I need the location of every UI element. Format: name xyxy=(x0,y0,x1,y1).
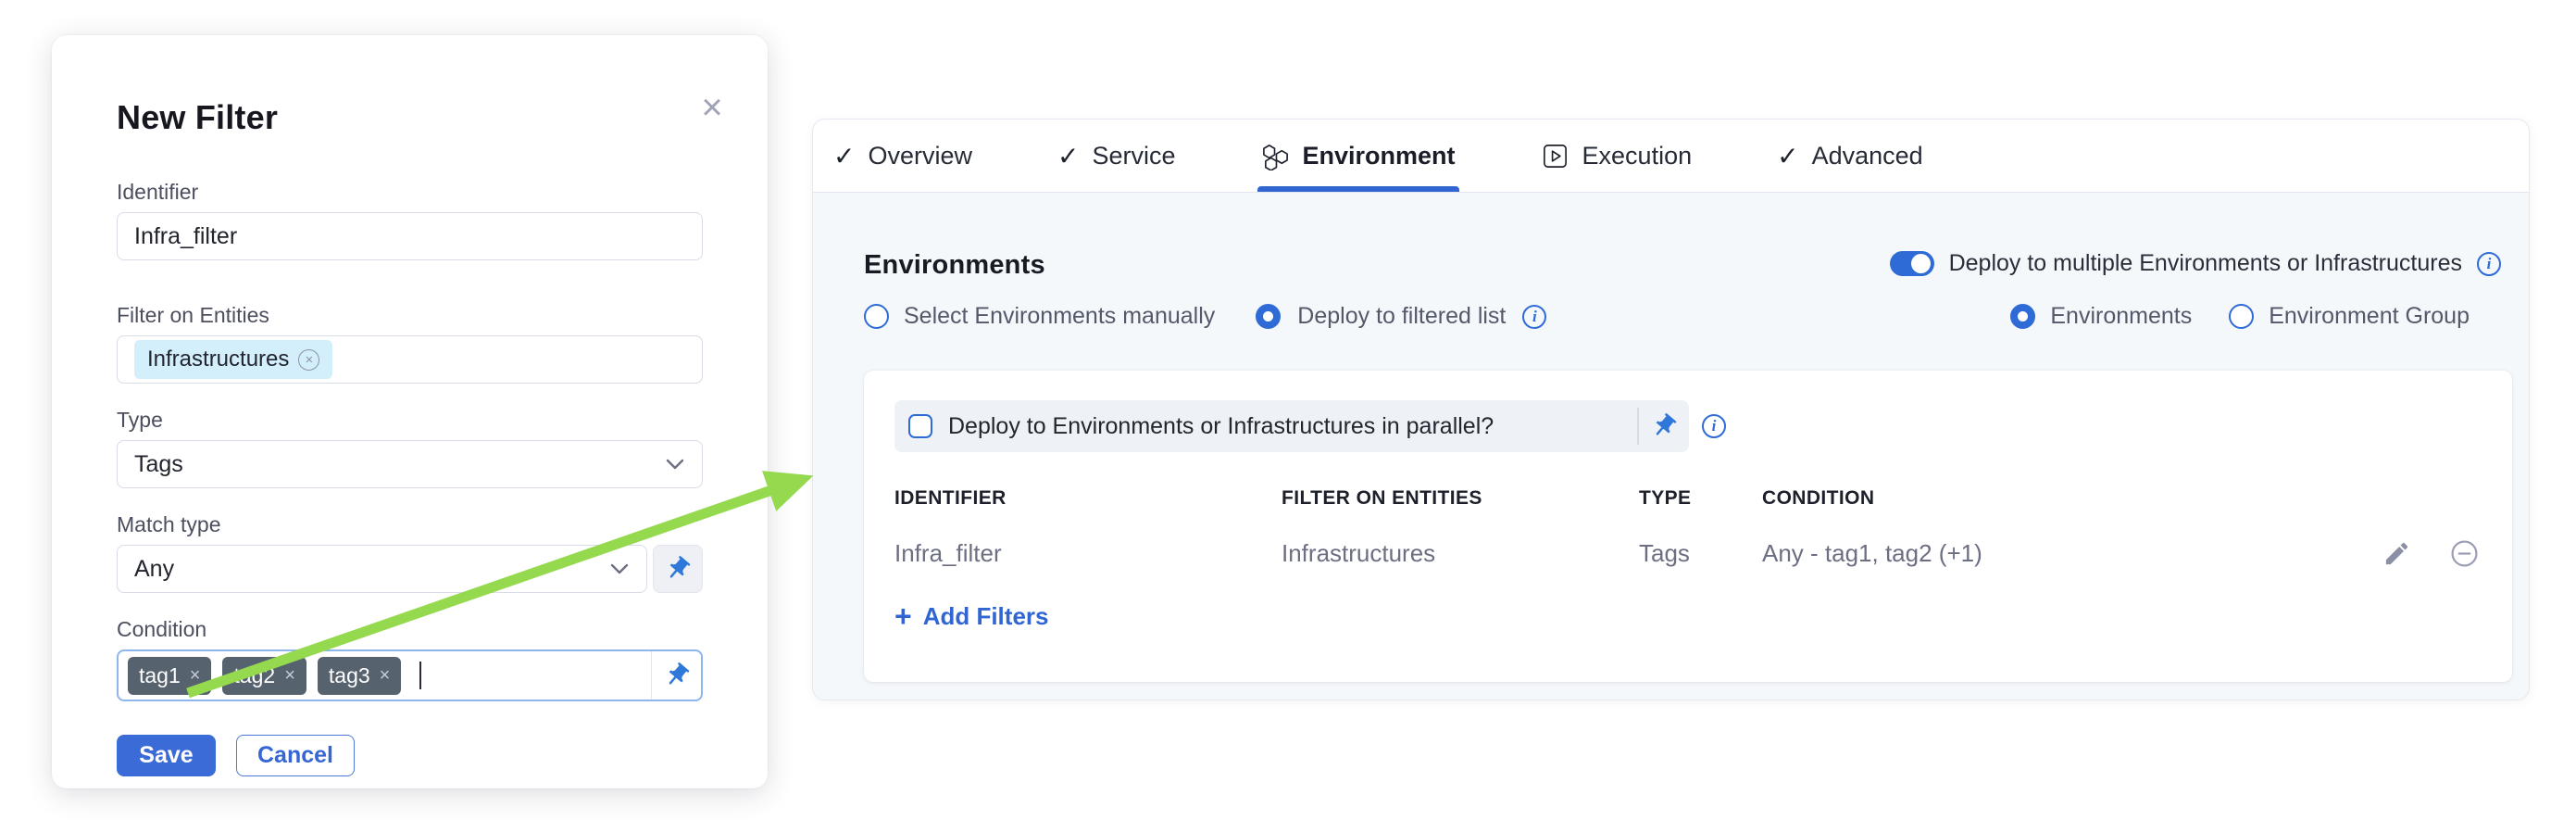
pin-icon xyxy=(658,549,697,588)
filters-card: Deploy to Environments or Infrastructure… xyxy=(864,371,2512,682)
edit-filter-icon[interactable] xyxy=(2382,539,2411,568)
col-header-identifier: IDENTIFIER xyxy=(894,487,1282,510)
filter-on-entities-input[interactable]: Infrastructures × xyxy=(117,335,703,384)
tab-execution[interactable]: Execution xyxy=(1541,120,1693,192)
condition-tag: tag3 × xyxy=(318,657,401,695)
text-cursor xyxy=(419,662,421,689)
check-icon: ✓ xyxy=(833,141,855,171)
match-type-label: Match type xyxy=(117,512,703,537)
environment-icon xyxy=(1261,142,1290,170)
radio-circle xyxy=(2229,304,2254,329)
tag-label: tag1 xyxy=(139,663,181,688)
radio-label: Select Environments manually xyxy=(904,303,1215,330)
tab-label: Overview xyxy=(868,142,972,170)
parallel-checkbox-bar: Deploy to Environments or Infrastructure… xyxy=(894,400,1689,452)
condition-tag: tag2 × xyxy=(222,657,306,695)
radio-deploy-filtered[interactable]: Deploy to filtered list i xyxy=(1256,303,1546,330)
check-icon: ✓ xyxy=(1777,141,1798,171)
radio-circle xyxy=(864,304,889,329)
identifier-value: Infra_filter xyxy=(134,223,237,250)
cell-identifier: Infra_filter xyxy=(894,539,1282,568)
radio-label: Environment Group xyxy=(2269,303,2470,330)
radio-environments[interactable]: Environments xyxy=(2010,303,2192,330)
modal-title: New Filter xyxy=(117,98,703,137)
entity-chip-label: Infrastructures xyxy=(147,347,289,372)
parallel-checkbox[interactable] xyxy=(908,414,932,438)
identifier-input[interactable]: Infra_filter xyxy=(117,212,703,260)
plus-icon: + xyxy=(894,601,912,631)
match-type-select[interactable]: Any xyxy=(117,545,647,593)
tab-label: Execution xyxy=(1582,142,1693,170)
type-select[interactable]: Tags xyxy=(117,440,703,488)
cell-type: Tags xyxy=(1639,539,1762,568)
radio-circle xyxy=(2010,304,2035,329)
radio-label: Environments xyxy=(2050,303,2192,330)
filters-table-header: IDENTIFIER FILTER ON ENTITIES TYPE CONDI… xyxy=(894,487,2479,510)
col-header-condition: CONDITION xyxy=(1762,487,2340,510)
filter-on-entities-label: Filter on Entities xyxy=(117,303,703,328)
check-icon: ✓ xyxy=(1057,141,1079,171)
cell-condition: Any - tag1, tag2 (+1) xyxy=(1762,539,2340,568)
new-filter-modal: × New Filter Identifier Infra_filter Fil… xyxy=(52,35,768,788)
cell-filter-on-entities: Infrastructures xyxy=(1282,539,1639,568)
tab-label: Environment xyxy=(1303,142,1456,170)
remove-filter-icon[interactable] xyxy=(2450,539,2479,568)
pin-icon xyxy=(1644,407,1683,446)
match-type-pin-button[interactable] xyxy=(653,545,703,593)
close-icon[interactable]: × xyxy=(694,89,731,126)
tab-advanced[interactable]: ✓ Advanced xyxy=(1777,120,1923,192)
col-header-filter-on-entities: FILTER ON ENTITIES xyxy=(1282,487,1639,510)
save-button[interactable]: Save xyxy=(117,735,216,776)
parallel-pin-button[interactable] xyxy=(1639,400,1689,452)
chip-remove-icon[interactable]: × xyxy=(298,349,319,371)
stage-tabbar: ✓ Overview ✓ Service Environment Executi… xyxy=(813,120,2529,193)
condition-pin-button[interactable] xyxy=(651,651,701,700)
toggle-knob xyxy=(1911,254,1931,273)
type-value: Tags xyxy=(134,451,183,478)
radio-environment-group[interactable]: Environment Group xyxy=(2229,303,2470,330)
identifier-label: Identifier xyxy=(117,180,703,205)
type-label: Type xyxy=(117,408,703,433)
add-filters-label: Add Filters xyxy=(923,602,1049,631)
chevron-down-icon xyxy=(609,562,630,575)
condition-input[interactable]: tag1 × tag2 × tag3 × xyxy=(117,649,703,701)
tag-label: tag3 xyxy=(329,663,370,688)
tag-remove-icon[interactable]: × xyxy=(380,666,391,685)
multi-env-toggle-label: Deploy to multiple Environments or Infra… xyxy=(1949,250,2462,277)
tab-label: Advanced xyxy=(1812,142,1923,170)
tab-label: Service xyxy=(1092,142,1175,170)
tab-service[interactable]: ✓ Service xyxy=(1057,120,1176,192)
pipeline-stage-panel: ✓ Overview ✓ Service Environment Executi… xyxy=(812,119,2530,700)
multi-env-toggle[interactable] xyxy=(1890,251,1934,276)
radio-circle xyxy=(1256,304,1281,329)
execution-icon xyxy=(1541,142,1569,170)
tab-overview[interactable]: ✓ Overview xyxy=(833,120,972,192)
environments-heading: Environments xyxy=(864,250,1045,281)
info-icon[interactable]: i xyxy=(1522,305,1546,329)
cancel-button[interactable]: Cancel xyxy=(236,735,355,776)
radio-select-manually[interactable]: Select Environments manually xyxy=(864,303,1215,330)
entity-chip: Infrastructures × xyxy=(134,340,332,379)
tag-label: tag2 xyxy=(233,663,275,688)
add-filters-button[interactable]: + Add Filters xyxy=(894,601,1048,631)
match-type-value: Any xyxy=(134,556,174,583)
condition-tag: tag1 × xyxy=(128,657,211,695)
pin-icon xyxy=(657,656,695,695)
col-header-type: TYPE xyxy=(1639,487,1762,510)
info-icon[interactable]: i xyxy=(1702,414,1726,438)
environment-tab-content: Environments Deploy to multiple Environm… xyxy=(813,193,2529,682)
radio-label: Deploy to filtered list xyxy=(1297,303,1506,330)
filter-table-row: Infra_filter Infrastructures Tags Any - … xyxy=(894,539,2479,568)
parallel-checkbox-label: Deploy to Environments or Infrastructure… xyxy=(948,413,1494,440)
info-icon[interactable]: i xyxy=(2477,252,2501,276)
condition-label: Condition xyxy=(117,617,703,642)
chevron-down-icon xyxy=(665,458,685,471)
tag-remove-icon[interactable]: × xyxy=(284,666,295,685)
tag-remove-icon[interactable]: × xyxy=(190,666,201,685)
tab-environment[interactable]: Environment xyxy=(1261,120,1456,192)
